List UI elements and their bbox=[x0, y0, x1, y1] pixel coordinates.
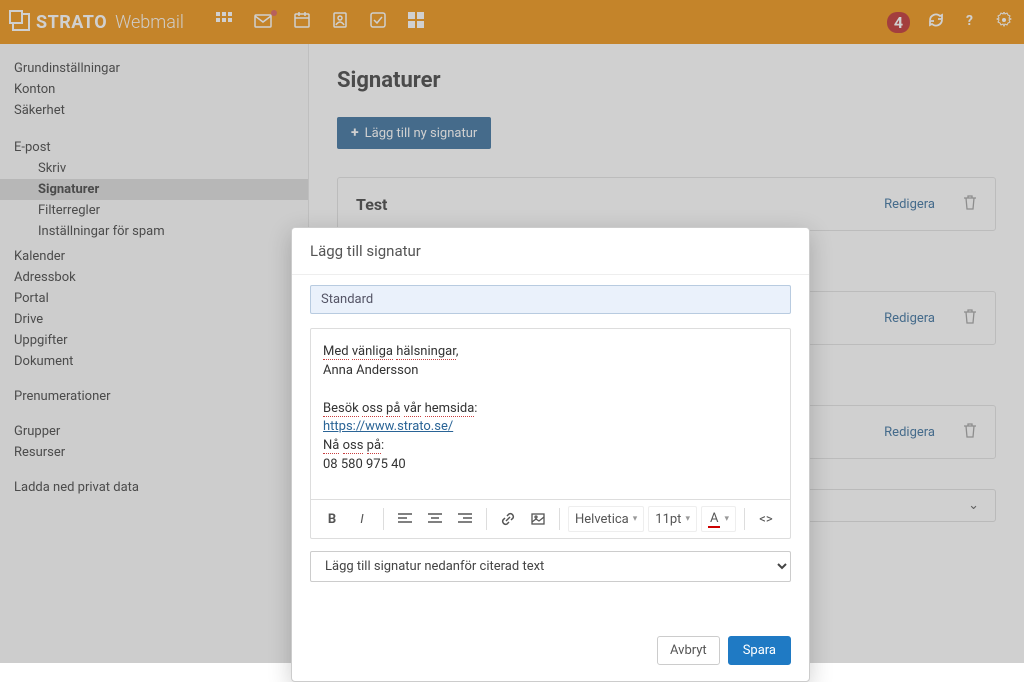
editor-text: vänliga bbox=[352, 344, 393, 360]
add-signature-modal: Lägg till signatur Med vänliga hälsninga… bbox=[291, 227, 810, 682]
editor-text: vår bbox=[404, 401, 422, 417]
editor-text: Med bbox=[323, 344, 349, 360]
image-button[interactable] bbox=[525, 506, 551, 532]
editor-text: på bbox=[367, 438, 381, 454]
editor-text: oss bbox=[362, 401, 383, 417]
editor-text: : bbox=[381, 438, 384, 453]
save-button[interactable]: Spara bbox=[728, 636, 791, 665]
editor-link[interactable]: https://www.strato.se/ bbox=[323, 419, 453, 434]
link-button[interactable] bbox=[495, 506, 521, 532]
editor-text: hemsida bbox=[425, 401, 475, 417]
editor-text: Anna Andersson bbox=[323, 362, 778, 381]
italic-button[interactable]: I bbox=[349, 506, 375, 532]
modal-title: Lägg till signatur bbox=[292, 228, 809, 275]
editor-text: oss bbox=[343, 438, 364, 454]
editor-text: Besök bbox=[323, 401, 359, 417]
font-select[interactable]: Helvetica▾ bbox=[568, 506, 644, 532]
cancel-button[interactable]: Avbryt bbox=[657, 636, 720, 665]
editor-text: : bbox=[474, 401, 477, 416]
position-select[interactable]: Lägg till signatur nedanför citerad text bbox=[310, 551, 791, 582]
align-center-button[interactable] bbox=[422, 506, 448, 532]
signature-editor: Med vänliga hälsningar, Anna Andersson B… bbox=[310, 328, 791, 539]
modal-body: Med vänliga hälsningar, Anna Andersson B… bbox=[292, 275, 809, 582]
editor-content[interactable]: Med vänliga hälsningar, Anna Andersson B… bbox=[311, 329, 790, 499]
editor-text: på bbox=[386, 401, 400, 417]
signature-name-input[interactable] bbox=[310, 285, 791, 314]
size-select[interactable]: 11pt▾ bbox=[648, 506, 697, 532]
editor-text: Nå bbox=[323, 438, 339, 454]
align-right-button[interactable] bbox=[452, 506, 478, 532]
color-select[interactable]: A▾ bbox=[701, 506, 736, 532]
editor-text: , bbox=[456, 344, 459, 359]
modal-footer: Avbryt Spara bbox=[292, 622, 809, 681]
editor-text: hälsningar bbox=[396, 344, 456, 360]
bold-button[interactable]: B bbox=[319, 506, 345, 532]
code-button[interactable]: <> bbox=[753, 506, 779, 532]
editor-toolbar: B I Helvetica▾ 11pt▾ A▾ <> bbox=[311, 499, 790, 538]
editor-text: 08 580 975 40 bbox=[323, 456, 778, 475]
align-left-button[interactable] bbox=[392, 506, 418, 532]
